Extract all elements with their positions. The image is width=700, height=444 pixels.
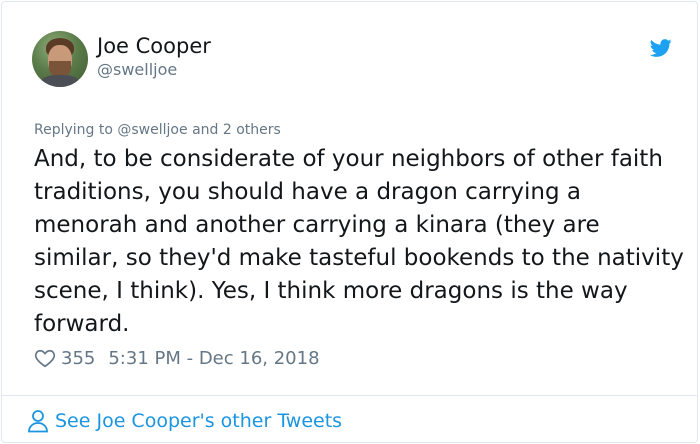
tweet-card: Joe Cooper @swelljoe Replying to @swellj… [1,1,698,443]
footer-divider [2,395,697,396]
author-name[interactable]: Joe Cooper [97,34,211,58]
author-handle[interactable]: @swelljoe [97,60,177,79]
avatar[interactable] [32,31,88,87]
person-icon [28,410,48,433]
reply-mention-link[interactable]: @swelljoe [117,122,187,138]
avatar-shirt [40,75,80,87]
like-count: 355 [61,347,96,369]
heart-icon[interactable] [34,347,56,369]
twitter-bird-icon[interactable] [648,37,674,59]
tweet-timestamp[interactable]: 5:31 PM - Dec 16, 2018 [108,348,319,369]
tweet-text: And, to be considerate of your neighbors… [34,146,684,337]
see-other-tweets-link[interactable]: See Joe Cooper's other Tweets [27,407,342,435]
reply-others-link[interactable]: and 2 others [192,122,281,138]
tweet-meta: 355 5:31 PM - Dec 16, 2018 [34,345,320,371]
replying-prefix: Replying to [34,122,113,138]
see-other-tweets-label: See Joe Cooper's other Tweets [55,410,343,432]
replying-to-line: Replying to @swelljoe and 2 others [34,122,281,138]
tweet-header: Joe Cooper @swelljoe [32,31,682,89]
